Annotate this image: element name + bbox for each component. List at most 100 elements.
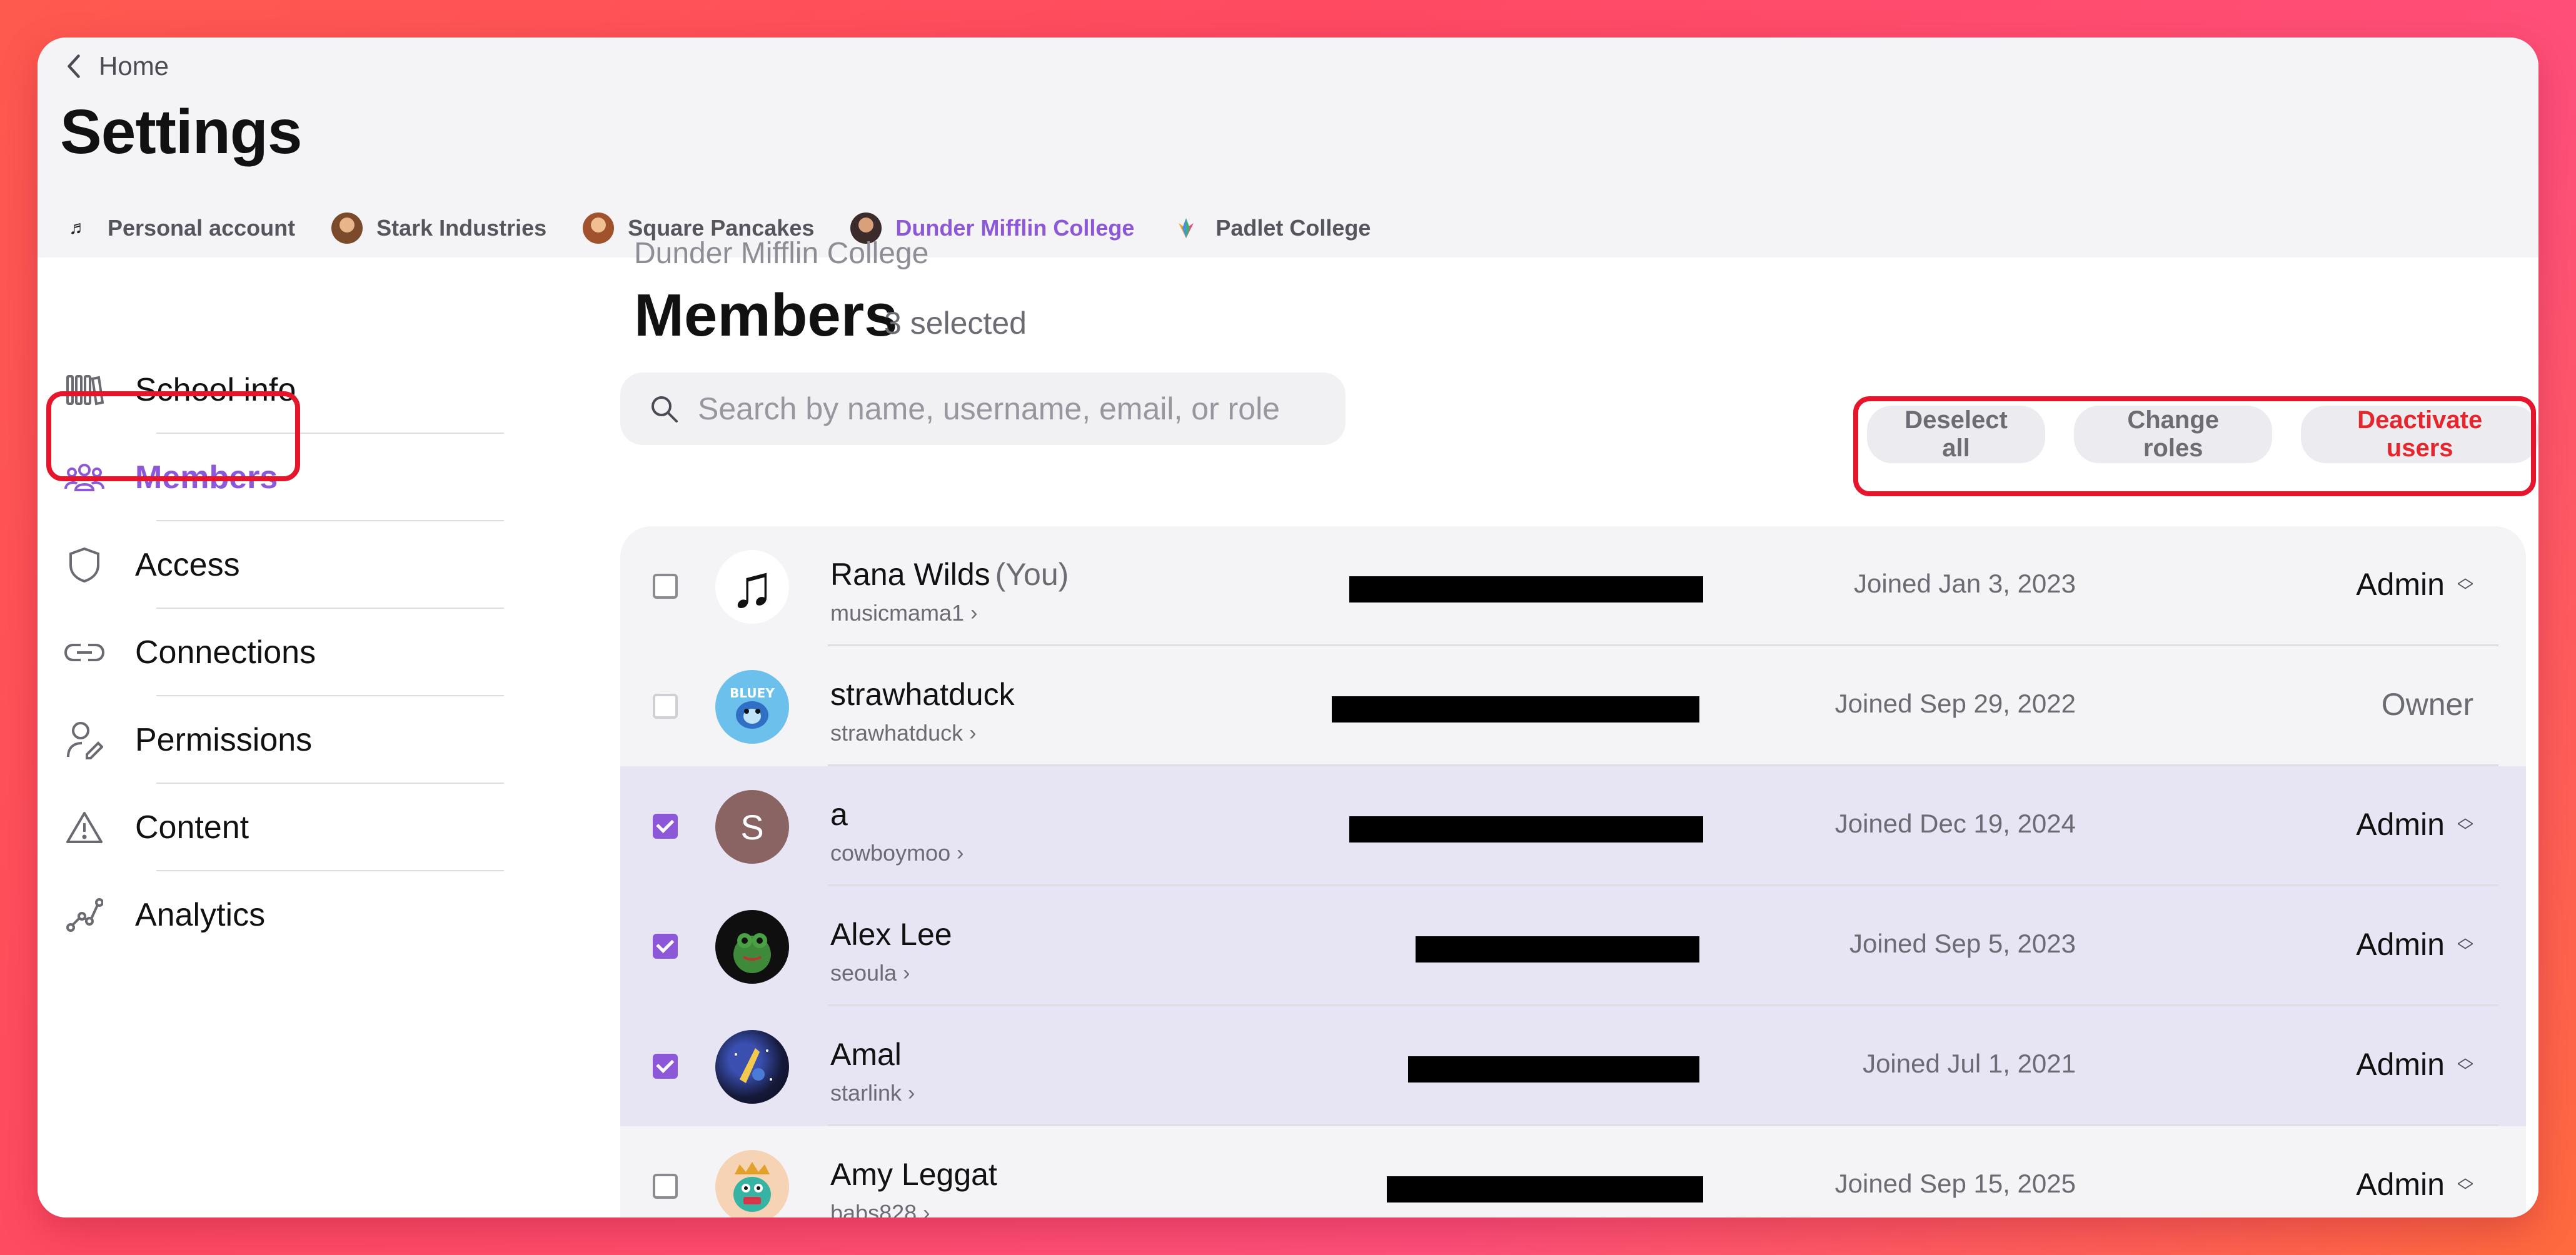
member-username[interactable]: babs828 › [830,1200,930,1218]
chevron-up-down-icon: ︿ ﹀ [2457,808,2473,841]
joined-date: Joined Sep 15, 2025 [1834,1169,2076,1198]
chevron-up-down-icon: ︿ ﹀ [2457,568,2473,601]
row-checkbox[interactable] [653,1174,678,1199]
search-icon [652,396,678,422]
user-pen-icon [63,718,106,762]
monster-icon [733,1162,771,1212]
row-checkbox[interactable] [653,934,678,959]
sidebar-item-connections[interactable]: Connections [63,609,504,696]
home-back-link[interactable]: Home [63,51,169,81]
member-name: Amy Leggat [830,1157,997,1192]
avatar-icon [331,212,363,244]
redacted-email [1408,1056,1699,1082]
frog-icon [733,933,771,973]
sidebar-item-label: Analytics [135,897,266,933]
tab-personal-account[interactable]: ♬ Personal account [63,206,295,250]
avatar: S [715,790,789,864]
role-label: Owner [2381,687,2473,722]
padlet-logo-icon [1170,212,1202,244]
selected-count: 3 selected [884,306,1027,341]
sidebar-item-label: Access [135,547,240,583]
sidebar-item-label: Permissions [135,722,313,758]
sidebar-item-analytics[interactable]: Analytics [63,871,504,959]
member-name: Rana Wilds (You) [830,557,1069,592]
chevron-left-icon [68,54,80,78]
org-name: Dunder Mifflin College [634,237,929,270]
tab-label: Stark Industries [376,215,547,241]
bluey-icon: BLUEY [730,686,775,729]
joined-date: Joined Jul 1, 2021 [1863,1049,2076,1078]
tab-stark-industries[interactable]: Stark Industries [331,206,546,250]
table-row[interactable]: Amy Leggat babs828 › Joined Sep 15, 2025 … [620,1126,2526,1218]
joined-date: Joined Sep 29, 2022 [1834,689,2076,718]
chevron-up-down-icon: ︿ ﹀ [2457,1168,2473,1201]
redacted-email [1416,936,1699,962]
actions-highlight-box [1853,396,2536,496]
chevron-right-icon: › [970,601,978,625]
row-checkbox[interactable] [653,574,678,599]
redacted-email [1332,696,1699,722]
svg-text:BLUEY: BLUEY [730,686,775,701]
row-checkbox[interactable] [653,814,678,839]
row-checkbox [653,694,678,719]
role-select[interactable]: Admin ︿ ﹀ [2356,806,2473,842]
search-input[interactable] [698,391,1323,427]
table-row[interactable]: Amal starlink › Joined Jul 1, 2021 Admin ︿… [620,1006,2526,1126]
chevron-right-icon: › [908,1081,915,1105]
search-box[interactable] [620,372,1346,445]
music-notes-icon: ♬ [69,218,88,238]
member-username[interactable]: cowboymoo › [830,840,963,866]
settings-header: Home Settings ♬ Personal account Stark I… [38,38,2538,261]
redacted-email [1349,816,1703,842]
settings-window: Home Settings ♬ Personal account Stark I… [38,38,2538,1218]
table-row[interactable]: BLUEY strawhatduck strawhatduck › Joined … [620,646,2526,766]
tab-label: Dunder Mifflin College [895,215,1135,241]
chevron-up-down-icon: ︿ ﹀ [2457,928,2473,961]
tab-label: Padlet College [1215,215,1371,241]
avatar [715,1030,789,1104]
member-name: Amal [830,1037,902,1072]
sidebar-item-label: Connections [135,634,316,671]
role-select[interactable]: Admin ︿ ﹀ [2356,1046,2473,1082]
analytics-icon [63,893,106,937]
chevron-right-icon: › [969,721,977,745]
chevron-right-icon: › [923,1201,930,1218]
chevron-right-icon: › [957,841,964,865]
tab-label: Personal account [108,215,296,241]
music-notes-icon: ♫ [730,553,775,620]
home-link-label: Home [99,51,169,81]
member-name: strawhatduck [830,677,1015,712]
members-panel: Dunder Mifflin College Members 3 selecte… [563,237,2538,1218]
joined-date: Joined Dec 19, 2024 [1834,809,2076,838]
sidebar-item-access[interactable]: Access [63,521,504,609]
avatar [715,910,789,984]
tab-padlet-college[interactable]: Padlet College [1170,206,1371,250]
role-select[interactable]: Admin ︿ ﹀ [2356,1166,2473,1202]
role-select[interactable]: Admin ︿ ﹀ [2356,566,2473,602]
member-name: Alex Lee [830,917,952,952]
members-highlight-box [46,391,300,481]
role-select[interactable]: Admin ︿ ﹀ [2356,926,2473,962]
member-username[interactable]: strawhatduck › [830,720,976,746]
table-row[interactable]: ♫ Rana Wilds (You) musicmama1 › Joined Jan… [620,526,2526,646]
sidebar-item-permissions[interactable]: Permissions [63,696,504,784]
sidebar-item-content[interactable]: Content [63,784,504,871]
sidebar-item-label: Content [135,809,249,846]
chevron-up-down-icon: ︿ ﹀ [2457,1048,2473,1081]
avatar-icon [583,212,615,244]
member-name: a [830,797,848,832]
avatar [715,1150,789,1218]
member-username[interactable]: musicmama1 › [830,600,977,626]
members-table: ♫ Rana Wilds (You) musicmama1 › Joined Jan… [620,526,2526,1218]
member-username[interactable]: starlink › [830,1080,915,1106]
avatar: ♫ [715,550,789,624]
table-row[interactable]: S a cowboymoo › Joined Dec 19, 2024 Admin… [620,766,2526,886]
row-checkbox[interactable] [653,1054,678,1079]
you-label: (You) [995,557,1069,592]
member-username[interactable]: seoula › [830,960,910,986]
page-title: Settings [60,97,302,167]
table-row[interactable]: Alex Lee seoula › Joined Sep 5, 2023 Admi… [620,886,2526,1006]
link-icon [63,631,106,674]
avatar: BLUEY [715,670,789,744]
space-icon [735,1048,772,1083]
